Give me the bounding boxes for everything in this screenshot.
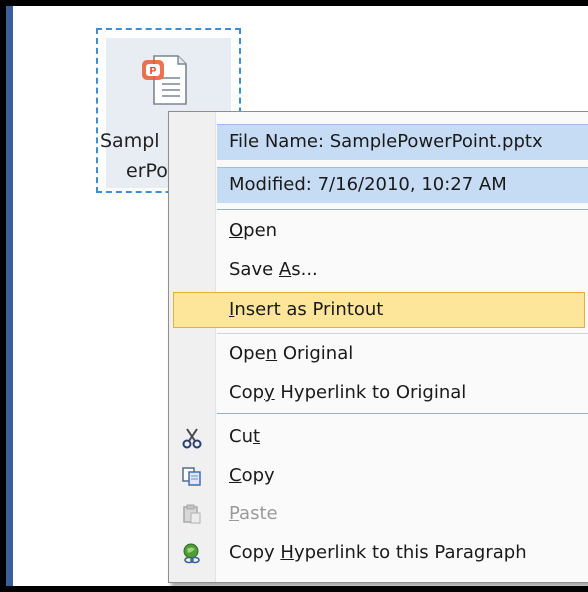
file-name-info: File Name: SamplePowerPoint.pptx xyxy=(217,124,588,160)
label-post: opy xyxy=(241,465,275,486)
label-post: nsert as Printout xyxy=(234,299,384,320)
menu-item-open-original[interactable]: Open Original xyxy=(217,336,588,372)
menu-item-copy-hyperlink-to-paragraph[interactable]: Copy Hyperlink to this Paragraph xyxy=(217,535,588,571)
menu-item-insert-as-printout[interactable]: Insert as Printout xyxy=(217,292,588,328)
label-pre: Copy xyxy=(229,542,281,563)
label-pre: Cop xyxy=(229,382,265,403)
accelerator-key: y xyxy=(264,382,275,403)
modified-info-text: Modified: 7/16/2010, 10:27 AM xyxy=(229,174,507,195)
file-name-info-text: File Name: SamplePowerPoint.pptx xyxy=(229,131,543,152)
menu-item-copy[interactable]: Copy xyxy=(217,458,588,494)
menu-separator xyxy=(217,333,588,334)
accelerator-key: A xyxy=(278,259,292,280)
menu-item-open[interactable]: Open xyxy=(217,213,588,249)
label-pre: Cu xyxy=(229,426,253,447)
menu-item-cut[interactable]: Cut xyxy=(217,419,588,455)
accelerator-key: C xyxy=(229,465,242,486)
scissors-icon xyxy=(182,428,202,449)
svg-text:P: P xyxy=(150,66,157,77)
accelerator-key: O xyxy=(229,220,244,241)
menu-item-save-as[interactable]: Save As... xyxy=(217,252,588,288)
context-menu: File Name: SamplePowerPoint.pptx Modifie… xyxy=(168,111,588,583)
label-post: Hyperlink to Original xyxy=(274,382,467,403)
label-post: pen xyxy=(243,220,278,241)
menu-item-paste[interactable]: Paste xyxy=(217,496,588,532)
label-pre: Ope xyxy=(229,343,266,364)
accelerator-key: P xyxy=(229,503,240,524)
label-post: aste xyxy=(239,503,278,524)
menu-separator xyxy=(217,413,588,414)
modified-info: Modified: 7/16/2010, 10:27 AM xyxy=(217,167,588,203)
menu-separator xyxy=(217,209,588,210)
label-pre: Save xyxy=(229,259,279,280)
accelerator-key: H xyxy=(280,542,294,563)
label-post: Original xyxy=(277,343,354,364)
paste-icon xyxy=(183,504,201,524)
label-post: s... xyxy=(291,259,318,280)
accelerator-key: t xyxy=(252,426,261,447)
menu-item-copy-hyperlink-to-original[interactable]: Copy Hyperlink to Original xyxy=(217,375,588,411)
copy-icon xyxy=(182,467,201,486)
hyperlink-paragraph-icon xyxy=(183,543,200,564)
powerpoint-file-icon[interactable]: P xyxy=(140,50,192,108)
accelerator-key: n xyxy=(265,343,278,364)
label-post: yperlink to this Paragraph xyxy=(293,542,527,563)
left-rule xyxy=(6,6,13,586)
